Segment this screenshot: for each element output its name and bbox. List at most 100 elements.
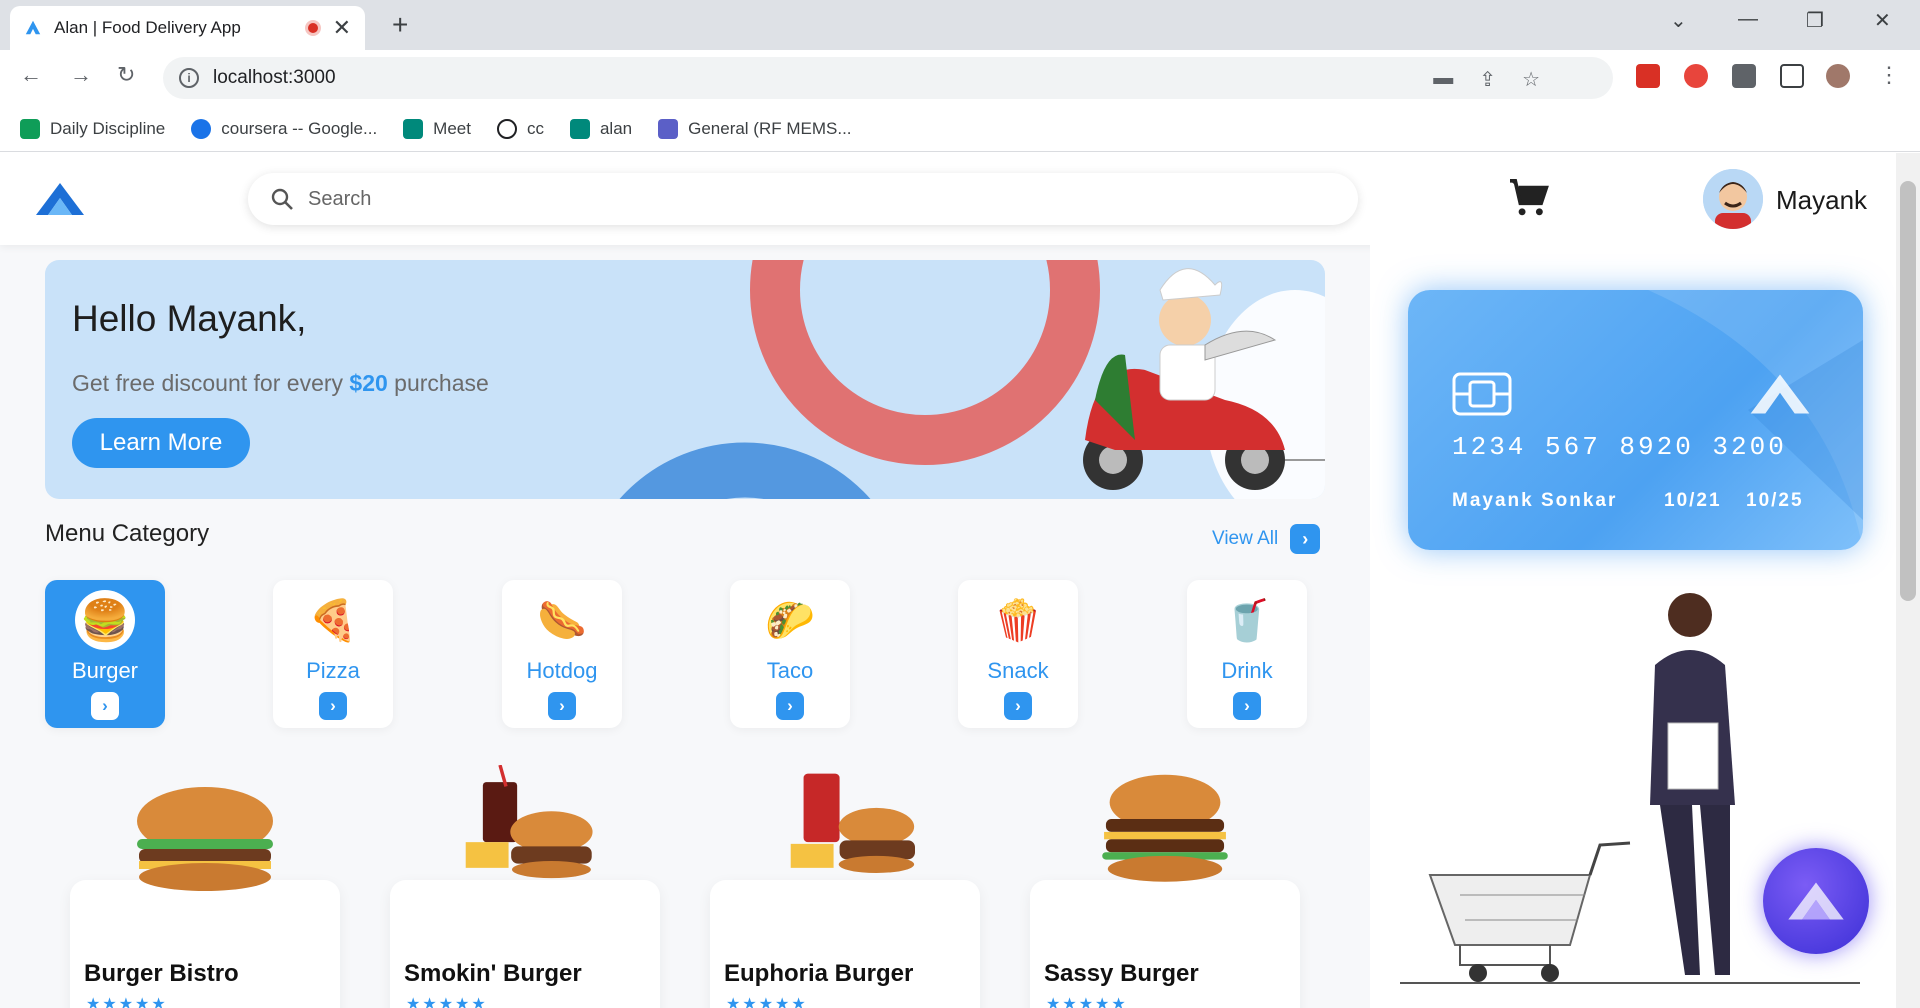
burger-fries-drink-image [465,765,593,879]
address-bar[interactable]: i localhost:3000 [163,57,1613,99]
chevron-right-icon[interactable]: › [1290,524,1321,554]
delivery-scooter-chef-icon [1083,268,1325,490]
url-text: localhost:3000 [213,67,336,88]
tab-title: Alan | Food Delivery App [54,18,241,37]
burger-cola-image [790,773,915,873]
taco-icon: 🌮 [765,598,815,643]
category-snack[interactable]: 🍿 Snack › [958,580,1078,728]
view-all-link[interactable]: View All › [1212,524,1321,554]
bookmark-item[interactable]: Daily Discipline [20,118,165,139]
product-card[interactable]: Sassy Burger ★★★★★ [1030,880,1300,1008]
bug-extension-icon[interactable] [1684,64,1708,88]
site-info-icon[interactable]: i [179,68,199,88]
category-label: Taco [766,658,814,683]
card-valid-to: 10/25 [1746,490,1804,511]
rating-stars: ★★★★★ [86,996,168,1008]
credit-card[interactable]: 1234 567 8920 3200 Mayank Sonkar 10/21 1… [1408,290,1863,550]
promo-text: Get free discount for every $20 purchase [72,370,489,396]
category-taco[interactable]: 🌮 Taco › [730,580,850,728]
hotdog-icon: 🌭 [537,598,587,643]
promo-amount: $20 [349,370,388,396]
rating-stars: ★★★★★ [726,996,808,1008]
bookmark-item[interactable]: Meet [403,118,471,139]
meet-icon [403,118,424,139]
category-pizza[interactable]: 🍕 Pizza › [273,580,393,728]
camera-icon[interactable]: ▬ [1433,67,1453,92]
alan-logo-icon[interactable] [34,181,86,217]
category-burger[interactable]: 🍔 Burger › [45,580,165,728]
teams-icon [658,118,679,139]
drink-icon: 🥤 [1222,598,1272,643]
search-bar[interactable]: Search [248,173,1358,225]
chevron-right-icon[interactable]: › [776,692,804,720]
alan-voice-assistant-button[interactable] [1763,848,1869,954]
chevron-right-icon[interactable]: › [1004,692,1032,720]
alan-assistant-icon [1788,882,1844,920]
card-number: 1234 567 8920 3200 [1452,432,1787,462]
product-name: Smokin' Burger [404,960,582,987]
category-hotdog[interactable]: 🌭 Hotdog › [502,580,622,728]
product-name: Euphoria Burger [724,960,914,987]
browser-tab[interactable]: Alan | Food Delivery App ✕ [10,6,365,50]
extensions-puzzle-icon[interactable] [1732,64,1756,88]
recording-icon [304,20,321,36]
category-label: Snack [987,658,1049,683]
popcorn-icon: 🍿 [993,598,1043,643]
search-placeholder: Search [308,187,372,210]
category-label: Burger [71,658,139,683]
bookmarks-bar: Daily Discipline coursera -- Google... M… [0,106,1920,152]
card-holder: Mayank Sonkar [1452,490,1618,511]
reload-icon[interactable]: ↻ [117,62,135,88]
scrollbar-thumb[interactable] [1900,181,1916,601]
burger-image [137,787,273,891]
learn-more-button[interactable]: Learn More [72,418,250,468]
tab-search-icon[interactable]: ⌄ [1670,8,1687,33]
chevron-right-icon[interactable]: › [91,692,119,720]
card-valid-from: 10/21 [1664,490,1722,511]
close-tab-icon[interactable]: ✕ [333,17,351,39]
app-viewport: Search Mayank Hello Mayank, Get free dis… [0,153,1896,1008]
side-panel-icon[interactable] [1780,64,1804,88]
card-chip-icon [1452,372,1512,416]
user-name[interactable]: Mayank [1776,185,1867,216]
bookmark-item[interactable]: General (RF MEMS... [658,118,852,139]
sheets-icon [20,118,40,139]
sassy-burger-image [1102,774,1228,882]
profile-avatar-icon[interactable] [1826,64,1850,88]
cc-icon [496,118,517,139]
card-alan-logo-icon [1750,374,1810,414]
minimize-button[interactable]: — [1738,8,1758,31]
app-header: Search Mayank [0,153,1896,245]
alan-favicon-icon [25,20,41,35]
share-icon[interactable]: ⇪ [1479,67,1496,92]
bookmark-item[interactable]: alan [569,118,632,139]
forward-icon[interactable]: → [70,62,92,88]
burger-icon: 🍔 [75,590,135,650]
bookmark-item[interactable]: coursera -- Google... [191,118,377,139]
cart-icon[interactable] [1508,179,1550,217]
menu-category-title: Menu Category [45,520,210,547]
browser-menu-icon[interactable]: ⋮ [1878,62,1900,88]
page-scrollbar[interactable] [1896,153,1920,1008]
chevron-right-icon[interactable]: › [548,692,576,720]
product-card[interactable]: Smokin' Burger ★★★★★ [390,880,660,1008]
product-card[interactable]: Euphoria Burger ★★★★★ [710,880,980,1008]
greeting-heading: Hello Mayank, [72,298,307,339]
main-content: Hello Mayank, Get free discount for ever… [0,245,1370,1008]
address-bar-actions: ▬ ⇪ ☆ [1433,67,1540,92]
chevron-right-icon[interactable]: › [319,692,347,720]
back-icon[interactable]: ← [20,62,42,88]
category-label: Hotdog [526,658,598,683]
chevron-right-icon[interactable]: › [1233,692,1261,720]
new-tab-button[interactable]: + [392,10,408,40]
category-drink[interactable]: 🥤 Drink › [1187,580,1307,728]
extension-icon[interactable] [1636,64,1660,88]
bookmark-star-icon[interactable]: ☆ [1522,67,1540,92]
meet-icon [569,118,590,139]
search-icon [271,188,293,210]
category-label: Drink [1221,658,1273,683]
avatar[interactable] [1703,169,1763,229]
close-window-button[interactable]: ✕ [1874,8,1891,33]
restore-button[interactable]: ❐ [1806,8,1824,33]
bookmark-item[interactable]: cc [496,118,544,139]
